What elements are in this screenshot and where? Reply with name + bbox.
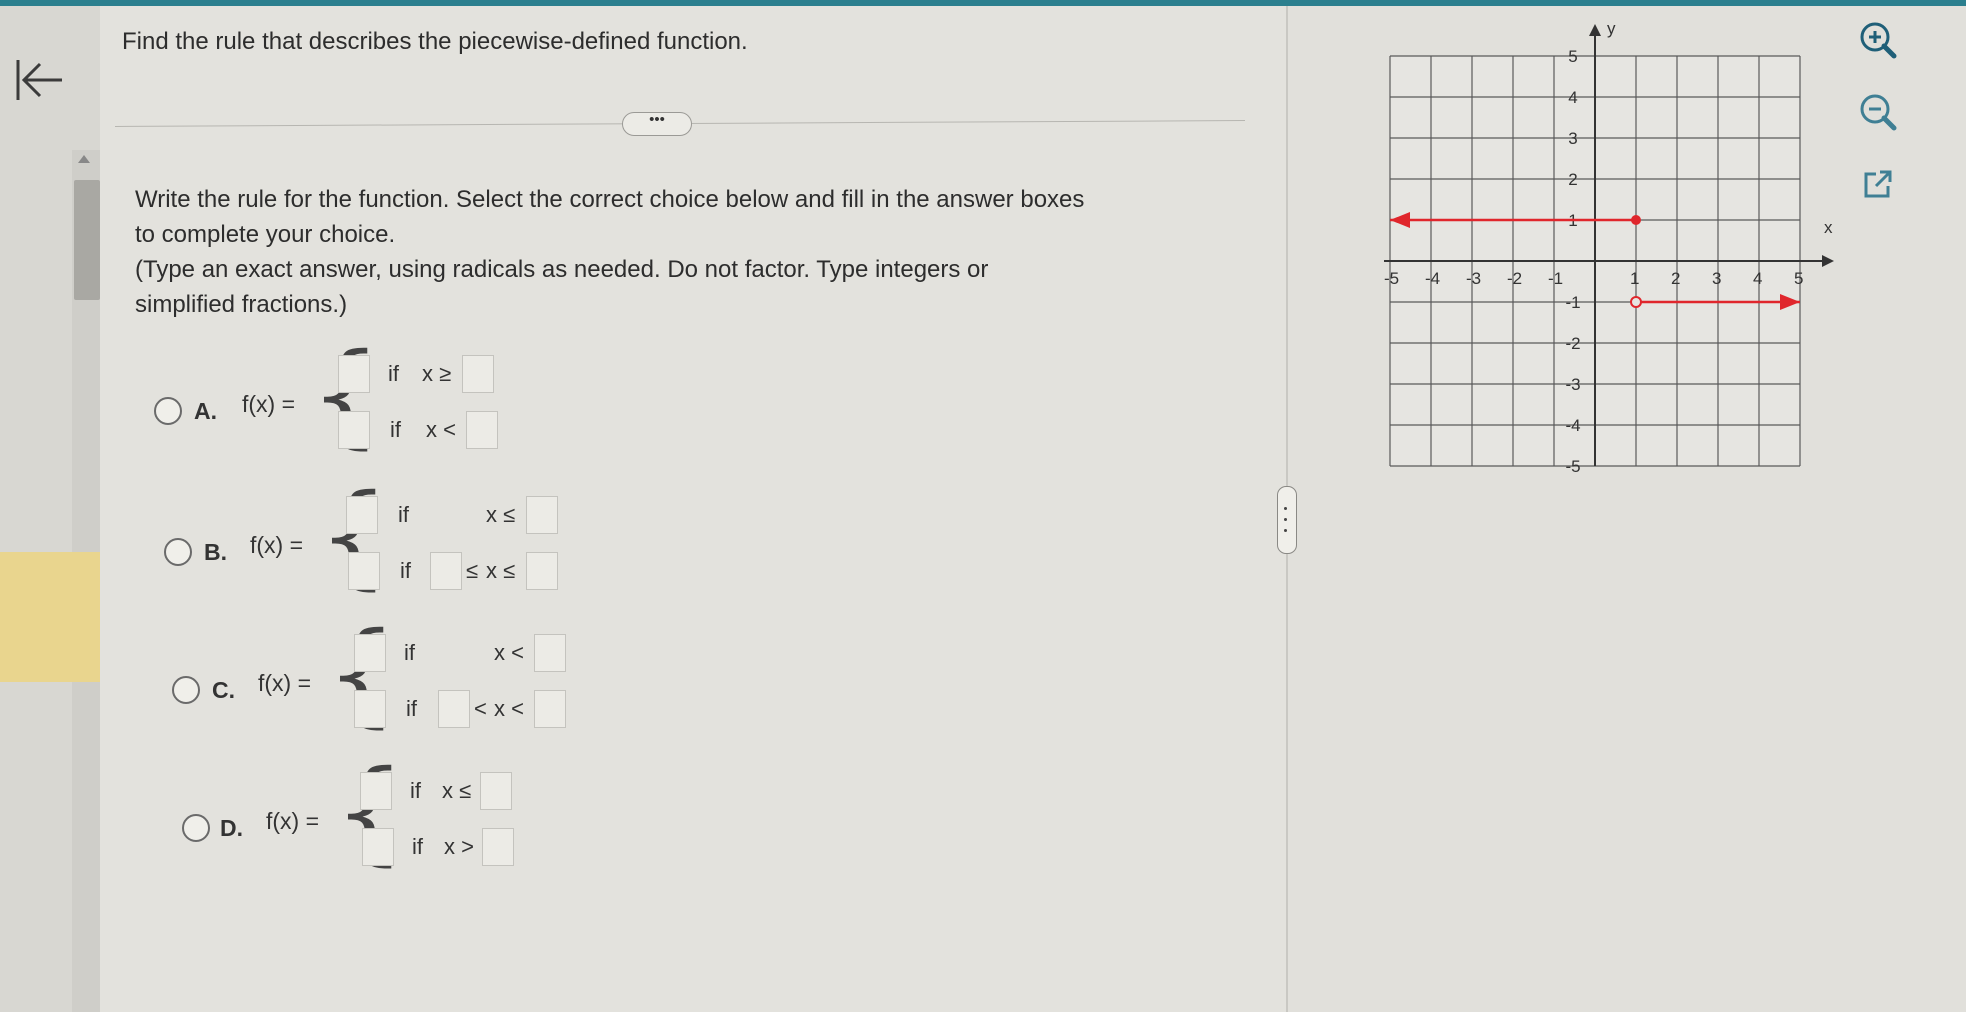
radio-choice-c[interactable] xyxy=(172,676,200,704)
back-to-start-icon[interactable] xyxy=(10,52,70,112)
condition-label: x ≤ xyxy=(486,502,516,527)
y-tick-label: -2 xyxy=(1565,334,1580,353)
y-tick-label: 3 xyxy=(1568,129,1577,148)
choice-letter: C. xyxy=(212,677,235,703)
radio-choice-d[interactable] xyxy=(182,814,210,842)
answer-box-d-bound1[interactable] xyxy=(480,772,512,810)
side-highlight-tab xyxy=(0,552,100,682)
y-tick-label: -1 xyxy=(1565,293,1580,312)
if-label: if xyxy=(406,696,417,721)
y-axis-label: y xyxy=(1607,20,1616,38)
instruction-line: simplified fractions.) xyxy=(135,291,348,318)
function-label: f(x) = xyxy=(266,808,320,834)
x-tick-label: 2 xyxy=(1671,269,1680,288)
if-label: if xyxy=(400,558,411,583)
y-axis-arrow xyxy=(1589,24,1601,36)
condition-label: x ≥ xyxy=(422,361,452,386)
choice-c[interactable]: C. f(x) = { if x < if < x < xyxy=(168,618,588,744)
answer-box-c-expr1[interactable] xyxy=(354,634,386,672)
answer-box-b-expr1[interactable] xyxy=(346,496,378,534)
condition-label: x < xyxy=(494,696,524,721)
condition-label: x > xyxy=(444,834,474,859)
x-tick-label: -4 xyxy=(1425,269,1440,288)
closed-endpoint xyxy=(1631,215,1641,225)
instruction-line: (Type an exact answer, using radicals as… xyxy=(135,256,989,283)
radio-choice-a[interactable] xyxy=(154,397,182,425)
function-label: f(x) = xyxy=(250,532,304,558)
condition-label: < xyxy=(474,696,487,721)
y-tick-label: -5 xyxy=(1565,457,1580,476)
x-tick-label: -3 xyxy=(1466,269,1481,288)
answer-box-c-bound1[interactable] xyxy=(534,634,566,672)
zoom-in-icon[interactable] xyxy=(1856,18,1900,62)
panel-resize-handle[interactable] xyxy=(1277,486,1297,554)
y-tick-label: 2 xyxy=(1568,170,1577,189)
x-tick-label: -1 xyxy=(1548,269,1563,288)
x-tick-label: 3 xyxy=(1712,269,1721,288)
if-label: if xyxy=(398,502,409,527)
choice-b[interactable]: B. f(x) = { if x ≤ if ≤ x ≤ xyxy=(160,480,580,606)
choice-letter: D. xyxy=(220,815,243,841)
instructions: Write the rule for the function. Select … xyxy=(135,182,1255,322)
condition-label: x < xyxy=(494,640,524,665)
function-graph: -5-4-3-2-11234554321-1-2-3-4-5 x y xyxy=(1384,20,1834,476)
answer-box-c-upper[interactable] xyxy=(534,690,566,728)
y-tick-label: 5 xyxy=(1568,47,1577,66)
choice-d[interactable]: D. f(x) = { if x ≤ if x > xyxy=(178,756,558,882)
x-tick-label: 5 xyxy=(1794,269,1803,288)
answer-box-a-bound2[interactable] xyxy=(466,411,498,449)
answer-box-d-bound2[interactable] xyxy=(482,828,514,866)
choice-a[interactable]: A. f(x) = { if x ≥ if x < xyxy=(150,339,550,465)
external-link-icon[interactable] xyxy=(1856,162,1900,206)
answer-box-a-expr1[interactable] xyxy=(338,355,370,393)
x-tick-label: -2 xyxy=(1507,269,1522,288)
condition-label: ≤ xyxy=(466,558,479,583)
choice-letter: A. xyxy=(194,398,217,424)
scroll-up-arrow-icon[interactable] xyxy=(78,155,90,163)
question-text: Find the rule that describes the piecewi… xyxy=(122,28,748,55)
answer-box-b-expr2[interactable] xyxy=(348,552,380,590)
condition-label: x ≤ xyxy=(486,558,516,583)
answer-box-b-bound1[interactable] xyxy=(526,496,558,534)
y-tick-label: -3 xyxy=(1565,375,1580,394)
x-axis-arrow xyxy=(1822,255,1834,267)
radio-choice-b[interactable] xyxy=(164,538,192,566)
instruction-line: Write the rule for the function. Select … xyxy=(135,186,1085,213)
answer-box-a-expr2[interactable] xyxy=(338,411,370,449)
y-tick-label: 4 xyxy=(1568,88,1577,107)
x-tick-label: -5 xyxy=(1384,269,1399,288)
function-label: f(x) = xyxy=(242,391,296,417)
zoom-out-icon[interactable] xyxy=(1856,90,1900,134)
answer-box-a-bound1[interactable] xyxy=(462,355,494,393)
answer-box-c-lower[interactable] xyxy=(438,690,470,728)
if-label: if xyxy=(390,417,401,442)
condition-label: x < xyxy=(426,417,456,442)
answer-box-d-expr1[interactable] xyxy=(360,772,392,810)
instruction-line: to complete your choice. xyxy=(135,221,396,248)
answer-box-b-upper[interactable] xyxy=(526,552,558,590)
y-tick-label: -4 xyxy=(1565,416,1580,435)
if-label: if xyxy=(404,640,415,665)
function-label: f(x) = xyxy=(258,670,312,696)
if-label: if xyxy=(410,778,421,803)
condition-label: x ≤ xyxy=(442,778,472,803)
x-tick-label: 1 xyxy=(1630,269,1639,288)
if-label: if xyxy=(388,361,399,386)
expand-more-button[interactable]: ••• xyxy=(622,112,692,136)
choice-letter: B. xyxy=(204,539,227,565)
scrollbar-thumb[interactable] xyxy=(74,180,100,300)
open-endpoint xyxy=(1630,296,1642,308)
if-label: if xyxy=(412,834,423,859)
answer-box-d-expr2[interactable] xyxy=(362,828,394,866)
x-axis-label: x xyxy=(1824,218,1833,237)
answer-box-b-lower[interactable] xyxy=(430,552,462,590)
x-tick-label: 4 xyxy=(1753,269,1762,288)
answer-box-c-expr2[interactable] xyxy=(354,690,386,728)
